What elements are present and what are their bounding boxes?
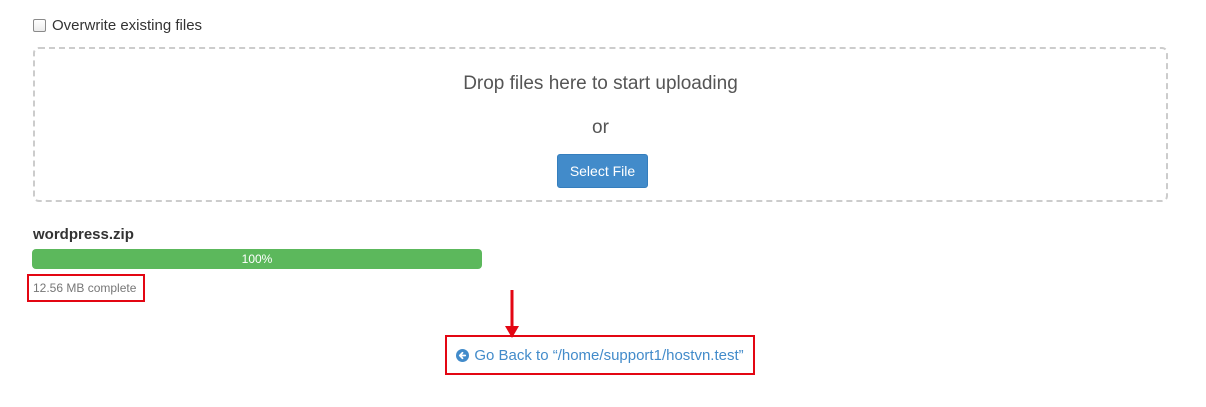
go-back-highlight: Go Back to “/home/support1/hostvn.test” bbox=[445, 335, 755, 375]
overwrite-checkbox[interactable] bbox=[33, 19, 46, 32]
dropzone[interactable]: Drop files here to start uploading or Se… bbox=[33, 47, 1168, 202]
annotation-arrow-icon bbox=[505, 290, 519, 338]
overwrite-label: Overwrite existing files bbox=[52, 17, 203, 34]
go-back-link[interactable]: Go Back to “/home/support1/hostvn.test” bbox=[456, 346, 744, 364]
progress-fill: 100% bbox=[32, 249, 482, 269]
upload-status-text: 12.56 MB complete bbox=[33, 281, 137, 295]
upload-status-highlight: 12.56 MB complete bbox=[27, 274, 145, 302]
upload-progress-bar: 100% bbox=[32, 249, 482, 269]
upload-file-name: wordpress.zip bbox=[33, 226, 134, 243]
file-upload-page: Overwrite existing files Drop files here… bbox=[0, 0, 1206, 407]
select-file-button[interactable]: Select File bbox=[557, 154, 648, 188]
drop-instructions: Drop files here to start uploading bbox=[463, 73, 738, 94]
or-separator: or bbox=[592, 117, 609, 138]
circle-arrow-left-icon bbox=[456, 348, 470, 362]
overwrite-option[interactable]: Overwrite existing files bbox=[33, 17, 202, 34]
go-back-label: Go Back to “/home/support1/hostvn.test” bbox=[474, 346, 744, 364]
